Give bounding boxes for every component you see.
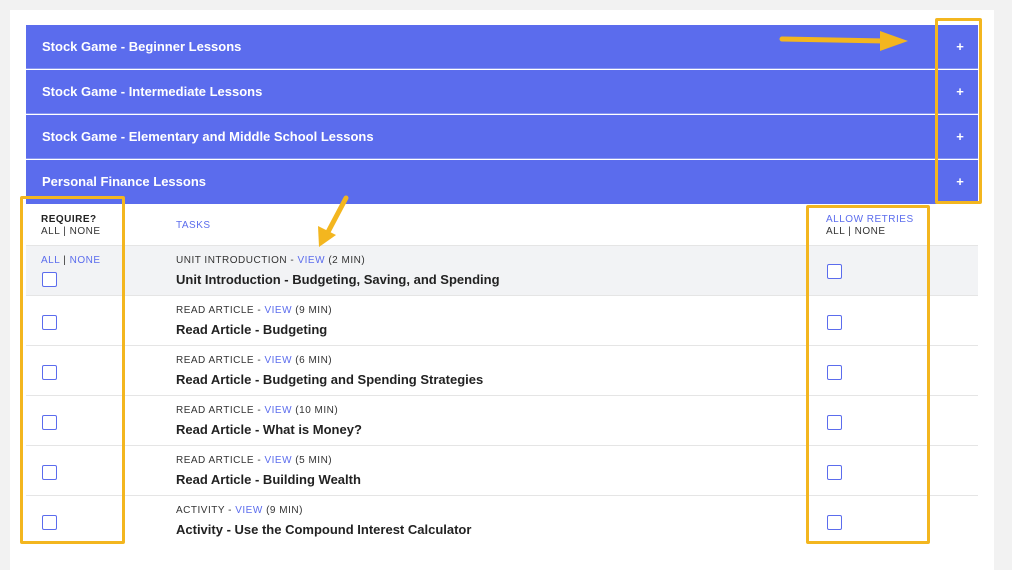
arrow-icon xyxy=(318,195,349,247)
annotation-arrows xyxy=(318,31,908,247)
arrow-icon xyxy=(779,31,908,51)
